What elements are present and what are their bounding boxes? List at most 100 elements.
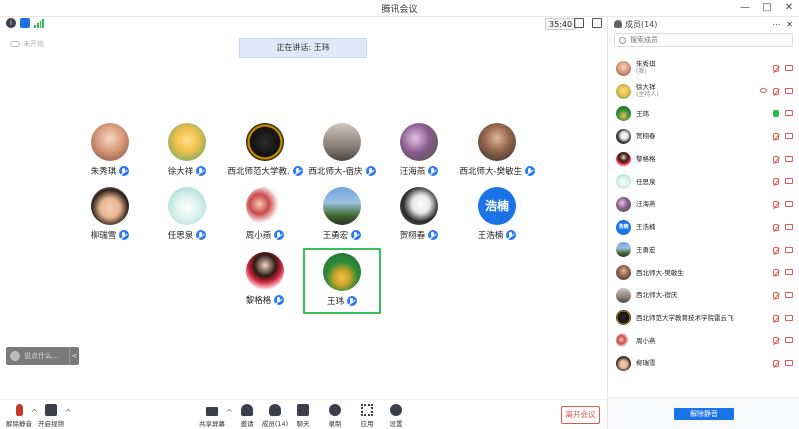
mic-muted-icon[interactable] [773, 337, 779, 345]
eye-icon[interactable] [760, 87, 767, 93]
search-icon [619, 36, 626, 44]
settings-button[interactable]: 设置 [379, 404, 413, 428]
mic-muted-icon[interactable] [773, 314, 779, 322]
mic-muted-icon [119, 230, 130, 240]
mic-muted-icon [428, 230, 439, 240]
members-icon [269, 404, 281, 416]
avatar [323, 253, 361, 291]
member-row[interactable]: 徐大祥 (主持人) [608, 80, 799, 103]
camera-off-icon[interactable] [785, 65, 793, 71]
participant-tile[interactable]: 西北师大-宿庆 [302, 123, 382, 183]
camera-off-icon[interactable] [785, 337, 793, 344]
mic-muted-icon[interactable] [773, 359, 779, 367]
member-row[interactable]: 贺栩春 [608, 125, 799, 148]
layout-icon[interactable] [592, 18, 602, 28]
member-name: 柳瑞雪 [636, 359, 656, 368]
camera-off-icon[interactable] [785, 133, 793, 140]
member-row[interactable]: 黎格格 [608, 148, 799, 171]
signal-icon[interactable] [34, 18, 44, 28]
fullscreen-icon[interactable] [574, 18, 584, 28]
cloud-record-status: 未开始 [10, 39, 44, 49]
participant-tile[interactable]: 浩楠 王浩楠 [457, 187, 537, 247]
mic-muted-icon[interactable] [773, 291, 779, 299]
chevron-up-icon[interactable]: ^ [65, 408, 72, 417]
avatar [323, 187, 361, 225]
close-panel-button[interactable]: ✕ [786, 20, 793, 29]
avatar [323, 123, 361, 161]
active-speaker-tile[interactable]: 王玮 [303, 248, 381, 314]
member-row[interactable]: 王玮 [608, 102, 799, 125]
more-options-button[interactable]: ⋯ [772, 20, 780, 29]
member-row[interactable]: 王勇宏 [608, 239, 799, 262]
participant-tile[interactable]: 任思泉 [147, 187, 227, 247]
camera-off-icon[interactable] [785, 314, 793, 321]
member-search-input[interactable] [630, 36, 780, 44]
camera-off-icon[interactable] [785, 201, 793, 208]
record-button[interactable]: 录制 [318, 404, 352, 428]
close-button[interactable]: ✕ [783, 1, 795, 15]
start-video-button[interactable]: 开启视频 [34, 404, 68, 428]
camera-off-icon[interactable] [785, 223, 793, 230]
participant-name: 西北师范大学教... [227, 167, 290, 177]
minimize-button[interactable]: — [739, 1, 751, 15]
participant-tile[interactable]: 王勇宏 [302, 187, 382, 247]
participant-tile[interactable]: 朱秀琪 [70, 123, 150, 183]
info-icon[interactable]: i [6, 18, 16, 28]
participant-tile[interactable]: 汪海燕 [379, 123, 459, 183]
mic-muted-icon[interactable] [773, 65, 779, 72]
mic-muted-icon[interactable] [773, 155, 779, 163]
member-row[interactable]: 西北师大-樊敏生 [608, 261, 799, 284]
mic-muted-icon[interactable] [773, 133, 779, 141]
participant-tile[interactable]: 西北师范大学教... [225, 123, 305, 183]
camera-off-icon[interactable] [785, 359, 793, 366]
participant-tile[interactable]: 贺栩春 [379, 187, 459, 247]
apps-icon [361, 404, 373, 416]
member-name: 贺栩春 [636, 132, 656, 141]
participant-tile[interactable]: 周小燕 [225, 187, 305, 247]
camera-off-icon[interactable] [785, 269, 793, 276]
mic-muted-icon[interactable] [773, 246, 779, 254]
member-name: 周小燕 [636, 336, 656, 345]
mic-muted-icon[interactable] [773, 269, 779, 277]
bottom-toolbar: 解除静音 ^ 开启视频 ^ 共享屏幕 ^ 邀请 成员(14) 聊天 录制 应用 … [0, 399, 606, 429]
participant-tile[interactable]: 西北师大-樊敏生 [457, 123, 537, 183]
avatar [616, 333, 631, 349]
member-row[interactable]: 西北师范大学教育技术学院雷云飞 [608, 307, 799, 330]
chat-button[interactable]: 聊天 [286, 404, 320, 428]
chat-input-box[interactable]: 说点什么... < [6, 347, 79, 365]
participant-tile[interactable]: 徐大祥 [147, 123, 227, 183]
mic-active-icon[interactable] [773, 110, 779, 118]
unmute-all-button[interactable]: 解除静音 [674, 408, 734, 420]
collapse-chat-button[interactable]: < [69, 347, 79, 365]
mic-muted-icon[interactable] [773, 201, 779, 209]
member-row[interactable]: 汪海燕 [608, 193, 799, 216]
member-row[interactable]: 浩楠 王浩楠 [608, 216, 799, 239]
avatar [91, 123, 129, 161]
camera-off-icon[interactable] [785, 178, 793, 185]
mic-muted-icon[interactable] [773, 178, 779, 186]
mic-muted-icon[interactable] [773, 87, 779, 95]
member-row[interactable]: 柳瑞雪 [608, 352, 799, 375]
member-row[interactable]: 周小燕 [608, 329, 799, 352]
member-row[interactable]: 任思泉 [608, 170, 799, 193]
member-search[interactable] [614, 33, 793, 47]
member-row[interactable]: 西北师大-宿庆 [608, 284, 799, 307]
participant-tile[interactable]: 柳瑞雪 [70, 187, 150, 247]
member-row[interactable]: 朱秀琪 (我) [608, 57, 799, 80]
camera-off-icon[interactable] [785, 155, 793, 162]
member-name: 王勇宏 [636, 245, 656, 254]
camera-off-icon[interactable] [785, 110, 793, 117]
camera-off-icon[interactable] [785, 87, 793, 94]
mic-muted-icon [274, 230, 285, 240]
invite-icon [241, 404, 253, 416]
maximize-button[interactable]: □ [761, 1, 773, 15]
leave-meeting-button[interactable]: 离开会议 [561, 406, 600, 424]
emoji-icon[interactable] [10, 351, 20, 361]
mic-muted-icon [506, 230, 517, 240]
shield-icon[interactable] [20, 18, 30, 28]
participant-tile[interactable]: 黎格格 [225, 252, 305, 312]
camera-off-icon[interactable] [785, 246, 793, 253]
mic-muted-icon[interactable] [773, 223, 779, 231]
camera-off-icon[interactable] [785, 291, 793, 298]
share-screen-button[interactable]: 共享屏幕 [195, 404, 229, 428]
